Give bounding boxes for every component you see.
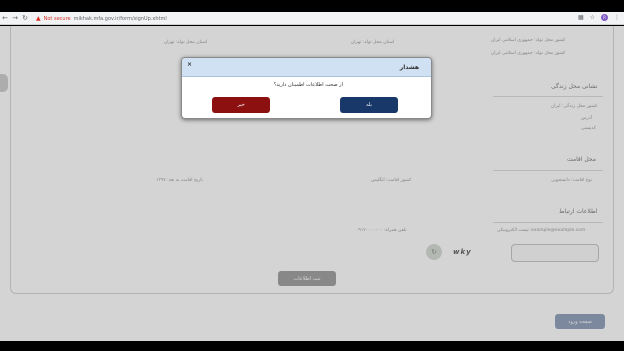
bookmark-star-icon[interactable]: ☆: [590, 14, 595, 21]
not-secure-label: Not secure: [43, 15, 71, 22]
reload-icon[interactable]: ↻: [20, 12, 30, 24]
toolbar-icons: ▦ ☆ R ⋮: [578, 14, 620, 21]
profile-avatar[interactable]: R: [601, 14, 608, 21]
menu-kebab-icon[interactable]: ⋮: [614, 14, 620, 21]
browser-toolbar: ← → ↻ ▲ Not secure mikhak.mfa.gov.ir/for…: [0, 12, 624, 25]
translate-icon[interactable]: ▦: [578, 14, 584, 21]
forward-icon[interactable]: →: [10, 12, 20, 24]
address-bar[interactable]: ▲ Not secure mikhak.mfa.gov.ir/form/sign…: [36, 14, 566, 23]
yes-button[interactable]: بله: [340, 97, 398, 113]
dialog-title: هشدار: [399, 64, 419, 71]
top-letterbox: [0, 0, 624, 12]
back-icon[interactable]: ←: [0, 12, 10, 24]
close-icon[interactable]: ×: [187, 61, 192, 68]
warning-icon: ▲: [36, 15, 41, 22]
url-text: mikhak.mfa.gov.ir/form/signUp.xhtml: [73, 15, 167, 22]
no-button[interactable]: خیر: [212, 97, 270, 113]
confirm-dialog: × هشدار از صحت اطلاعات اطمینان دارید؟ خی…: [181, 57, 432, 119]
dialog-header: × هشدار: [182, 58, 431, 77]
dialog-message: از صحت اطلاعات اطمینان دارید؟: [273, 82, 343, 88]
bottom-letterbox: [0, 341, 624, 351]
